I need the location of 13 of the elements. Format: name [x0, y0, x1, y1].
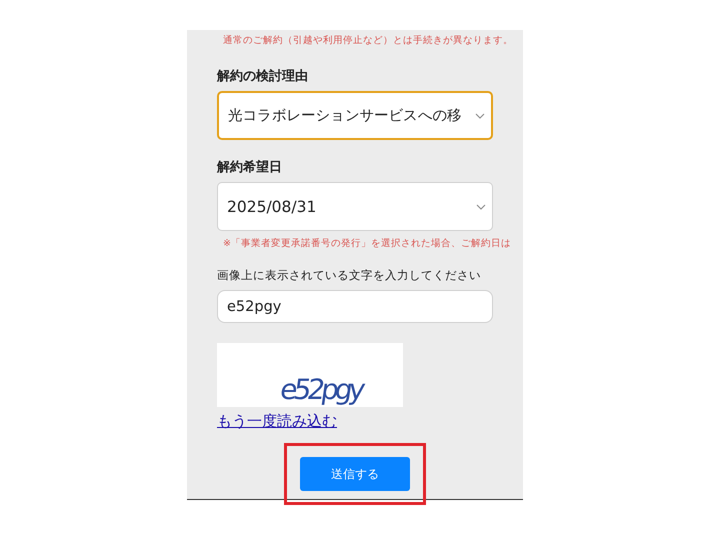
- select-field[interactable]: 2025/08/31: [217, 182, 493, 231]
- reload-link[interactable]: もう一度読み込む: [217, 409, 337, 433]
- input-field[interactable]: e52pgy: [217, 290, 493, 323]
- captcha-image: e52pgy: [217, 343, 403, 407]
- field-label: 解約希望日: [217, 158, 282, 176]
- field-label: 解約の検討理由: [217, 68, 308, 85]
- notice-text: 通常のご解約（引越や利用停止など）とは手続きが異なります。: [223, 34, 513, 47]
- chevron-icon: [475, 112, 485, 118]
- select-field[interactable]: 光コラボレーションサービスへの移: [217, 91, 493, 140]
- chevron-icon: [476, 204, 486, 210]
- submit-button[interactable]: 送信する: [300, 457, 410, 491]
- note-text: ※「事業者変更承諾番号の発行」を選択された場合、ご解約日は: [223, 237, 511, 250]
- field-label: 画像上に表示されている文字を入力してください: [217, 268, 481, 283]
